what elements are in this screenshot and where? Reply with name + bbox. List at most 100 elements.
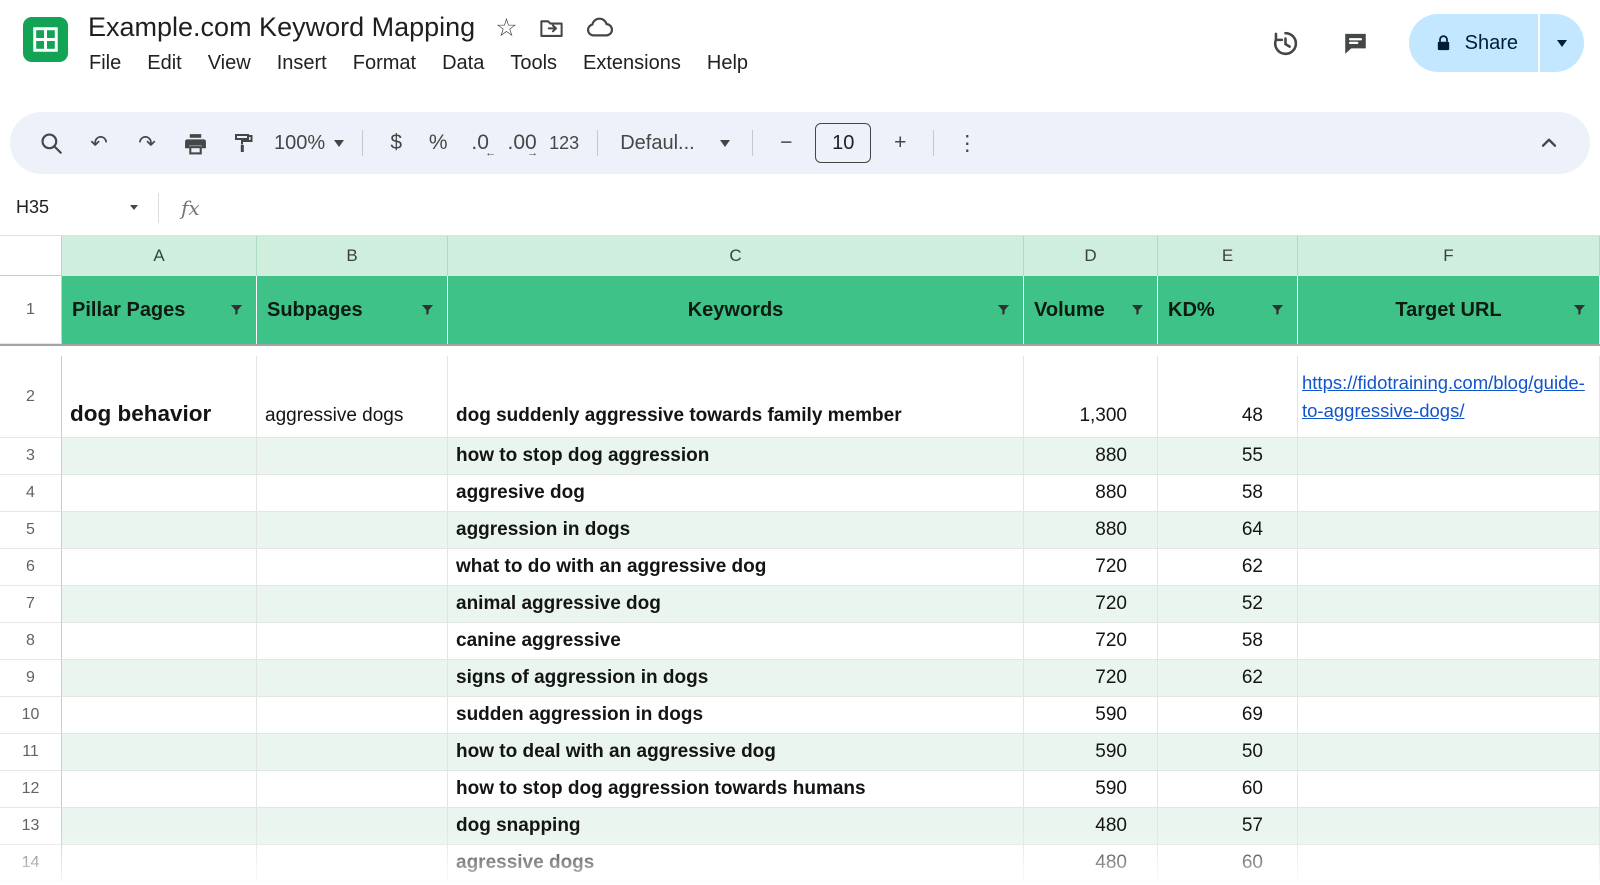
cell-B8[interactable]	[257, 623, 448, 660]
column-header-E[interactable]: E	[1158, 236, 1298, 276]
cell-D5[interactable]: 880	[1024, 512, 1158, 549]
cell-B3[interactable]	[257, 438, 448, 475]
cell-F13[interactable]	[1298, 808, 1600, 845]
move-folder-icon[interactable]	[538, 14, 565, 41]
cell-B10[interactable]	[257, 697, 448, 734]
header-cell-B[interactable]: Subpages	[257, 276, 448, 344]
row-header-2[interactable]: 2	[0, 356, 62, 438]
font-size-input[interactable]: 10	[815, 123, 871, 163]
increase-decimal-button[interactable]: .00→	[501, 121, 543, 165]
cell-D11[interactable]: 590	[1024, 734, 1158, 771]
cell-E2[interactable]: 48	[1158, 356, 1298, 438]
header-cell-A[interactable]: Pillar Pages	[62, 276, 257, 344]
select-all-corner[interactable]	[0, 236, 62, 276]
cell-C5[interactable]: aggression in dogs	[448, 512, 1024, 549]
row-header-1[interactable]: 1	[0, 276, 62, 344]
cell-C2[interactable]: dog suddenly aggressive towards family m…	[448, 356, 1024, 438]
cell-B4[interactable]	[257, 475, 448, 512]
cell-A11[interactable]	[62, 734, 257, 771]
menu-help[interactable]: Help	[694, 48, 761, 79]
row-header-3[interactable]: 3	[0, 438, 62, 475]
cell-E3[interactable]: 55	[1158, 438, 1298, 475]
cell-E9[interactable]: 62	[1158, 660, 1298, 697]
cell-F8[interactable]	[1298, 623, 1600, 660]
cell-C9[interactable]: signs of aggression in dogs	[448, 660, 1024, 697]
cell-F5[interactable]	[1298, 512, 1600, 549]
row-header-8[interactable]: 8	[0, 623, 62, 660]
cell-A14[interactable]	[62, 845, 257, 882]
cell-E11[interactable]: 50	[1158, 734, 1298, 771]
cell-E8[interactable]: 58	[1158, 623, 1298, 660]
cell-F7[interactable]	[1298, 586, 1600, 623]
cell-D9[interactable]: 720	[1024, 660, 1158, 697]
filter-icon[interactable]	[228, 302, 245, 319]
comments-icon[interactable]	[1331, 18, 1381, 68]
cell-B9[interactable]	[257, 660, 448, 697]
row-header-12[interactable]: 12	[0, 771, 62, 808]
target-url-link[interactable]: https://fidotraining.com/blog/guide-to-a…	[1302, 369, 1586, 425]
cell-B11[interactable]	[257, 734, 448, 771]
cell-F14[interactable]	[1298, 845, 1600, 882]
decrease-font-size-button[interactable]: −	[765, 121, 807, 165]
cell-A4[interactable]	[62, 475, 257, 512]
cell-D14[interactable]: 480	[1024, 845, 1158, 882]
cell-D7[interactable]: 720	[1024, 586, 1158, 623]
cell-C6[interactable]: what to do with an aggressive dog	[448, 549, 1024, 586]
filter-icon[interactable]	[1129, 302, 1146, 319]
header-cell-F[interactable]: Target URL	[1298, 276, 1600, 344]
cloud-status-icon[interactable]	[585, 13, 614, 42]
cell-A13[interactable]	[62, 808, 257, 845]
print-button[interactable]	[172, 121, 218, 165]
paint-format-button[interactable]	[220, 121, 266, 165]
cell-D3[interactable]: 880	[1024, 438, 1158, 475]
filter-icon[interactable]	[995, 302, 1012, 319]
decrease-decimal-button[interactable]: .0←	[459, 121, 501, 165]
row-header-9[interactable]: 9	[0, 660, 62, 697]
header-cell-D[interactable]: Volume	[1024, 276, 1158, 344]
cell-B14[interactable]	[257, 845, 448, 882]
cell-B2[interactable]: aggressive dogs	[257, 356, 448, 438]
formula-input[interactable]	[200, 180, 1600, 235]
filter-icon[interactable]	[419, 302, 436, 319]
header-cell-C[interactable]: Keywords	[448, 276, 1024, 344]
cell-A2[interactable]: dog behavior	[62, 356, 257, 438]
cell-C10[interactable]: sudden aggression in dogs	[448, 697, 1024, 734]
percent-format-button[interactable]: %	[417, 121, 459, 165]
row-header-13[interactable]: 13	[0, 808, 62, 845]
menu-view[interactable]: View	[195, 48, 264, 79]
column-header-B[interactable]: B	[257, 236, 448, 276]
cell-C13[interactable]: dog snapping	[448, 808, 1024, 845]
cell-E5[interactable]: 64	[1158, 512, 1298, 549]
cell-E6[interactable]: 62	[1158, 549, 1298, 586]
more-options-button[interactable]: ⋮	[946, 121, 988, 165]
cell-C3[interactable]: how to stop dog aggression	[448, 438, 1024, 475]
increase-font-size-button[interactable]: +	[879, 121, 921, 165]
cell-B7[interactable]	[257, 586, 448, 623]
cell-D6[interactable]: 720	[1024, 549, 1158, 586]
version-history-icon[interactable]	[1261, 18, 1311, 68]
cell-E7[interactable]: 52	[1158, 586, 1298, 623]
cell-F9[interactable]	[1298, 660, 1600, 697]
name-box[interactable]: H35	[0, 180, 152, 235]
cell-B13[interactable]	[257, 808, 448, 845]
header-cell-E[interactable]: KD%	[1158, 276, 1298, 344]
row-header-6[interactable]: 6	[0, 549, 62, 586]
cell-E12[interactable]: 60	[1158, 771, 1298, 808]
cell-D8[interactable]: 720	[1024, 623, 1158, 660]
cell-E14[interactable]: 60	[1158, 845, 1298, 882]
filter-icon[interactable]	[1269, 302, 1286, 319]
cell-D2[interactable]: 1,300	[1024, 356, 1158, 438]
cell-A10[interactable]	[62, 697, 257, 734]
cell-D12[interactable]: 590	[1024, 771, 1158, 808]
undo-button[interactable]: ↶	[76, 121, 122, 165]
sheets-logo[interactable]	[22, 16, 69, 63]
cell-A8[interactable]	[62, 623, 257, 660]
currency-format-button[interactable]: $	[375, 121, 417, 165]
menu-format[interactable]: Format	[340, 48, 429, 79]
more-number-formats-button[interactable]: 123	[543, 121, 585, 165]
star-icon[interactable]: ☆	[495, 13, 517, 43]
share-button[interactable]: Share	[1409, 14, 1538, 72]
cell-C12[interactable]: how to stop dog aggression towards human…	[448, 771, 1024, 808]
cell-B12[interactable]	[257, 771, 448, 808]
column-header-C[interactable]: C	[448, 236, 1024, 276]
